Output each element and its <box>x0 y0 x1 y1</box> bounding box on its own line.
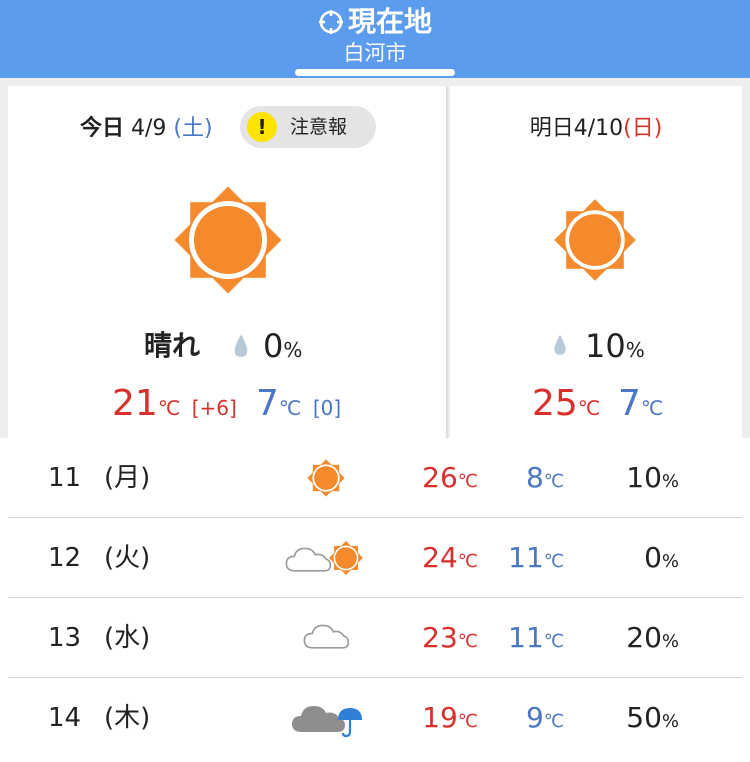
tomorrow-label: 明日 <box>529 116 574 141</box>
forecast-weekday: (木) <box>104 703 151 733</box>
today-date-value: 4/9 <box>131 116 167 141</box>
today-weather: 晴れ <box>144 329 201 362</box>
raindrop-icon <box>232 333 250 359</box>
sun-icon <box>547 192 643 288</box>
forecast-high-value: 19 <box>422 701 458 734</box>
temp-unit: ℃ <box>640 396 664 420</box>
tomorrow-pop: 10% <box>585 326 645 370</box>
forecast-low-value: 8 <box>525 461 544 494</box>
today-date: 今日 4/9 (土) <box>80 112 213 146</box>
percent-unit: % <box>661 711 679 732</box>
tomorrow-weekday: (日) <box>623 116 663 141</box>
percent-unit: % <box>661 471 679 492</box>
sun-icon <box>165 177 291 303</box>
location-target-icon <box>318 8 344 44</box>
temp-unit: ℃ <box>457 551 478 572</box>
today-pop-value: 0 <box>263 327 284 365</box>
cloud-icon <box>302 618 350 652</box>
today-high-temp: 21℃ [+6] <box>112 382 237 430</box>
location-title-text: 現在地 <box>347 5 432 38</box>
temp-unit: ℃ <box>457 631 478 652</box>
temp-unit: ℃ <box>457 711 478 732</box>
temp-unit: ℃ <box>577 396 601 420</box>
forecast-pop: 10% <box>626 438 679 522</box>
app-header: 現在地 白河市 <box>0 0 750 78</box>
forecast-pop-value: 50 <box>626 701 662 734</box>
percent-unit: % <box>661 551 679 572</box>
forecast-high: 24℃ <box>422 518 478 602</box>
forecast-row[interactable]: 11 (月) 26℃ 8℃ 10% <box>0 438 750 518</box>
forecast-low: 8℃ <box>526 438 564 522</box>
temp-unit: ℃ <box>278 396 302 420</box>
today-low-value: 7 <box>256 383 279 424</box>
forecast-pop: 0% <box>644 518 679 602</box>
forecast-high: 23℃ <box>422 598 478 682</box>
forecast-weekday: (火) <box>104 543 151 573</box>
tomorrow-low-temp: 7℃ <box>618 382 663 430</box>
tomorrow-pop-value: 10 <box>585 327 626 365</box>
active-tab-indicator <box>295 69 455 76</box>
forecast-date: 14 <box>48 703 82 733</box>
today-label: 今日 <box>80 116 125 141</box>
forecast-pop: 20% <box>626 598 679 682</box>
tomorrow-pop-unit: % <box>625 338 645 362</box>
temp-unit: ℃ <box>157 396 181 420</box>
cloud-then-sun-icon <box>285 541 363 575</box>
forecast-pop-value: 10 <box>626 461 662 494</box>
temp-unit: ℃ <box>457 471 478 492</box>
forecast-date: 11 <box>48 463 82 493</box>
forecast-high-value: 26 <box>422 461 458 494</box>
forecast-low-value: 11 <box>508 621 544 654</box>
temp-unit: ℃ <box>543 471 564 492</box>
forecast-pop-value: 20 <box>626 621 662 654</box>
forecast-pop: 50% <box>626 678 679 762</box>
sun-icon <box>304 456 348 500</box>
tomorrow-high-value: 25 <box>532 383 578 424</box>
forecast-date: 12 <box>48 543 82 573</box>
forecast-high-value: 23 <box>422 621 458 654</box>
forecast-low: 9℃ <box>526 678 564 762</box>
tomorrow-date-value: 4/10 <box>573 116 624 141</box>
warning-badge[interactable]: ! 注意報 <box>240 106 376 148</box>
temp-unit: ℃ <box>543 551 564 572</box>
exclamation-icon: ! <box>247 112 277 142</box>
today-weekday: (土) <box>173 116 213 141</box>
percent-unit: % <box>661 631 679 652</box>
forecast-weekday: (月) <box>104 463 151 493</box>
forecast-row[interactable]: 14 (木) 19℃ 9℃ 50% <box>0 678 750 758</box>
today-high-diff: [+6] <box>191 396 237 420</box>
today-low-temp: 7℃ [0] <box>256 382 341 430</box>
forecast-low-value: 11 <box>508 541 544 574</box>
forecast-low: 11℃ <box>508 598 564 682</box>
forecast-low-value: 9 <box>525 701 544 734</box>
cloud-with-umbrella-icon <box>292 706 362 738</box>
today-high-value: 21 <box>112 383 158 424</box>
forecast-pop-value: 0 <box>644 541 662 574</box>
temp-unit: ℃ <box>543 711 564 732</box>
forecast-high-value: 24 <box>422 541 458 574</box>
forecast-row[interactable]: 12 (火) 24℃ 11℃ 0% <box>0 518 750 598</box>
forecast-date: 13 <box>48 623 82 653</box>
tomorrow-high-temp: 25℃ <box>532 382 600 430</box>
forecast-row[interactable]: 13 (水) 23℃ 11℃ 20% <box>0 598 750 678</box>
raindrop-icon <box>552 333 568 357</box>
forecast-low: 11℃ <box>508 518 564 602</box>
warning-label: 注意報 <box>290 116 348 138</box>
location-title[interactable]: 現在地 <box>0 4 750 44</box>
temp-unit: ℃ <box>543 631 564 652</box>
today-low-diff: [0] <box>312 396 342 420</box>
tomorrow-date: 明日4/10(日) <box>450 112 742 146</box>
city-name: 白河市 <box>343 41 407 65</box>
tomorrow-low-value: 7 <box>618 383 641 424</box>
today-pop-unit: % <box>283 338 303 362</box>
today-pop: 0% <box>263 326 302 370</box>
forecast-weekday: (水) <box>104 623 151 653</box>
forecast-high: 26℃ <box>422 438 478 522</box>
forecast-high: 19℃ <box>422 678 478 762</box>
